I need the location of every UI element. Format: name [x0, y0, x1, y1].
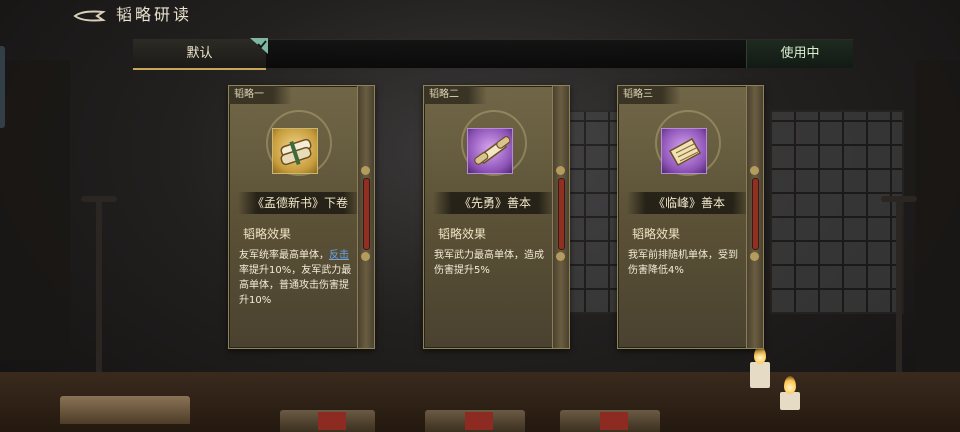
- book: [280, 410, 375, 432]
- effect-title: 韬略效果: [438, 227, 487, 241]
- card-tag: 韬略三: [618, 86, 681, 104]
- card-rail: [552, 86, 569, 348]
- strategy-item[interactable]: [467, 128, 513, 174]
- folded-scroll-icon: [668, 137, 702, 167]
- strategy-item[interactable]: [272, 128, 318, 174]
- effect-title: 韬略效果: [243, 227, 292, 241]
- page-title: 韬略研读: [116, 5, 193, 24]
- header: 韬略研读: [0, 0, 960, 30]
- effect-text-part: 友军统率最高单体，: [239, 250, 329, 261]
- book: [560, 410, 660, 432]
- effect-description: 我军武力最高单体，造成伤害提升5%: [434, 250, 544, 276]
- scroll-bundle-icon: [280, 138, 312, 166]
- rail-bar: [363, 178, 370, 250]
- back-arrow-icon: [73, 10, 106, 22]
- keyword-link-counterattack[interactable]: 反击: [329, 250, 349, 261]
- candle: [780, 392, 800, 410]
- candle-flame: [784, 376, 796, 394]
- in-use-button[interactable]: 使用中: [746, 40, 853, 68]
- card-tag: 韬略二: [424, 86, 487, 104]
- effect-title: 韬略效果: [632, 227, 681, 241]
- rail-knob: [556, 166, 565, 175]
- rail-knob: [750, 252, 759, 261]
- card-name: 《先勇》善本: [433, 192, 557, 214]
- strategy-card-1[interactable]: 韬略一 《孟德新书》下卷 韬略效果 友军统率最高单体，反击率提升10%，友军武力…: [228, 85, 375, 349]
- check-icon: [250, 38, 268, 54]
- card-name: 《临峰》善本: [627, 192, 751, 214]
- back-button[interactable]: [72, 5, 108, 27]
- side-drawer-handle[interactable]: [0, 46, 5, 128]
- open-scroll-icon: [474, 136, 510, 165]
- strategy-card-2[interactable]: 韬略二 《先勇》善本 韬略效果 我军武力最高单体，造成伤害提升5%: [423, 85, 570, 349]
- rail-bar: [558, 178, 565, 250]
- book: [425, 410, 525, 432]
- candle-stand-top: [881, 196, 917, 202]
- strategy-card-3[interactable]: 韬略三 《临峰》善本 韬略效果 我军前排随机单体，受到伤害降低4%: [617, 85, 764, 349]
- scroll-roll: [60, 396, 190, 424]
- bookshelf: [915, 60, 960, 380]
- card-rail: [746, 86, 763, 348]
- rail-bar: [752, 178, 759, 250]
- rail-knob: [750, 166, 759, 175]
- bookshelf: [0, 60, 70, 360]
- card-rail: [357, 86, 374, 348]
- candle-stand: [96, 200, 102, 380]
- candle-stand-top: [81, 196, 117, 202]
- card-name: 《孟德新书》下卷: [238, 192, 362, 214]
- strategy-tab-bar: 默认 使用中: [133, 38, 853, 70]
- tab-default-label: 默认: [186, 46, 213, 61]
- effect-description: 我军前排随机单体，受到伤害降低4%: [628, 250, 738, 276]
- tab-default[interactable]: 默认: [133, 38, 268, 70]
- strategy-item[interactable]: [661, 128, 707, 174]
- candle-stand: [896, 200, 902, 380]
- rail-knob: [361, 166, 370, 175]
- rail-knob: [361, 252, 370, 261]
- lattice-window: [770, 110, 904, 314]
- effect-description: 友军统率最高单体，反击率提升10%，友军武力最高单体，普通攻击伤害提升10%: [239, 248, 357, 308]
- card-tag: 韬略一: [229, 86, 292, 104]
- effect-text-part: 率提升10%，友军武力最高单体，普通攻击伤害提升10%: [239, 265, 352, 306]
- rail-knob: [556, 252, 565, 261]
- candle: [750, 362, 770, 388]
